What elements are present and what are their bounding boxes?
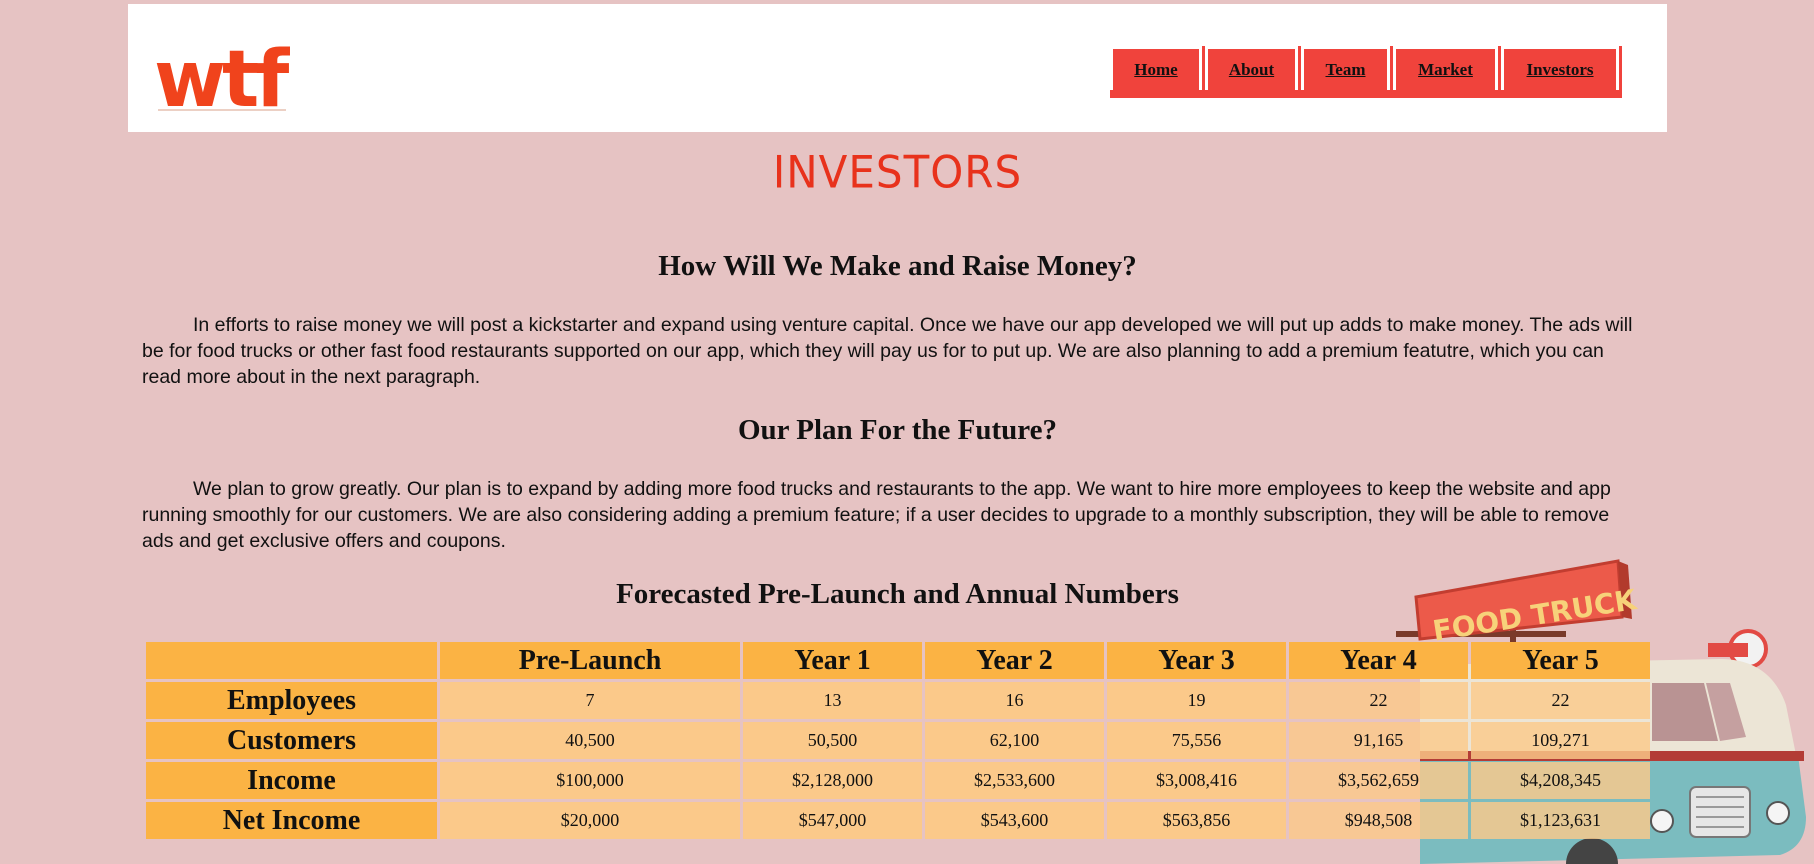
col-header-year-1: Year 1 [743,642,922,679]
svg-text:wtf: wtf [154,35,290,116]
table-cell: $543,600 [925,802,1104,839]
table-row-customers: Customers 40,500 50,500 62,100 75,556 91… [146,722,1650,759]
col-header-year-3: Year 3 [1107,642,1286,679]
paragraph-future-plan: We plan to grow greatly. Our plan is to … [142,478,1611,552]
table-cell: 50,500 [743,722,922,759]
table-corner-cell [146,642,437,679]
table-cell: 91,165 [1289,722,1468,759]
table-cell: $2,128,000 [743,762,922,799]
table-cell: 13 [743,682,922,719]
table-cell: 22 [1471,682,1650,719]
table-row-net-income: Net Income $20,000 $547,000 $543,600 $56… [146,802,1650,839]
row-label-customers: Customers [146,722,437,759]
paragraph-raise-money: In efforts to raise money we will post a… [142,314,1633,388]
main-nav: Home About Team Market Investors [1110,46,1622,98]
table-cell: $20,000 [440,802,740,839]
table-cell: $948,508 [1289,802,1468,839]
table-cell: 22 [1289,682,1468,719]
col-header-pre-launch: Pre-Launch [440,642,740,679]
table-cell: $4,208,345 [1471,762,1650,799]
table-row-income: Income $100,000 $2,128,000 $2,533,600 $3… [146,762,1650,799]
wtf-logo[interactable]: wtf [152,24,292,116]
table-cell: $100,000 [440,762,740,799]
col-header-year-2: Year 2 [925,642,1104,679]
row-label-net-income: Net Income [146,802,437,839]
heading-raise-money: How Will We Make and Raise Money? [658,250,1137,282]
table-cell: 19 [1107,682,1286,719]
table-cell: $547,000 [743,802,922,839]
nav-home[interactable]: Home [1110,46,1202,90]
table-cell: 40,500 [440,722,740,759]
table-cell: 75,556 [1107,722,1286,759]
table-cell: $1,123,631 [1471,802,1650,839]
table-row-employees: Employees 7 13 16 19 22 22 [146,682,1650,719]
nav-about[interactable]: About [1205,46,1298,90]
nav-team[interactable]: Team [1301,46,1390,90]
table-cell: $3,008,416 [1107,762,1286,799]
table-cell: $563,856 [1107,802,1286,839]
nav-market[interactable]: Market [1393,46,1498,90]
table-cell: 7 [440,682,740,719]
col-header-year-4: Year 4 [1289,642,1468,679]
page-title: INVESTORS [772,146,1023,199]
table-header-row: Pre-Launch Year 1 Year 2 Year 3 Year 4 Y… [146,642,1650,679]
table-cell: 109,271 [1471,722,1650,759]
heading-future-plan: Our Plan For the Future? [738,414,1057,446]
row-label-income: Income [146,762,437,799]
table-cell: 16 [925,682,1104,719]
table-cell: 62,100 [925,722,1104,759]
nav-investors[interactable]: Investors [1501,46,1619,90]
row-label-employees: Employees [146,682,437,719]
forecast-table: Pre-Launch Year 1 Year 2 Year 3 Year 4 Y… [143,639,1653,842]
col-header-year-5: Year 5 [1471,642,1650,679]
table-cell: $3,562,659 [1289,762,1468,799]
table-cell: $2,533,600 [925,762,1104,799]
site-header: wtf Home About Team Market Investors [128,4,1667,132]
